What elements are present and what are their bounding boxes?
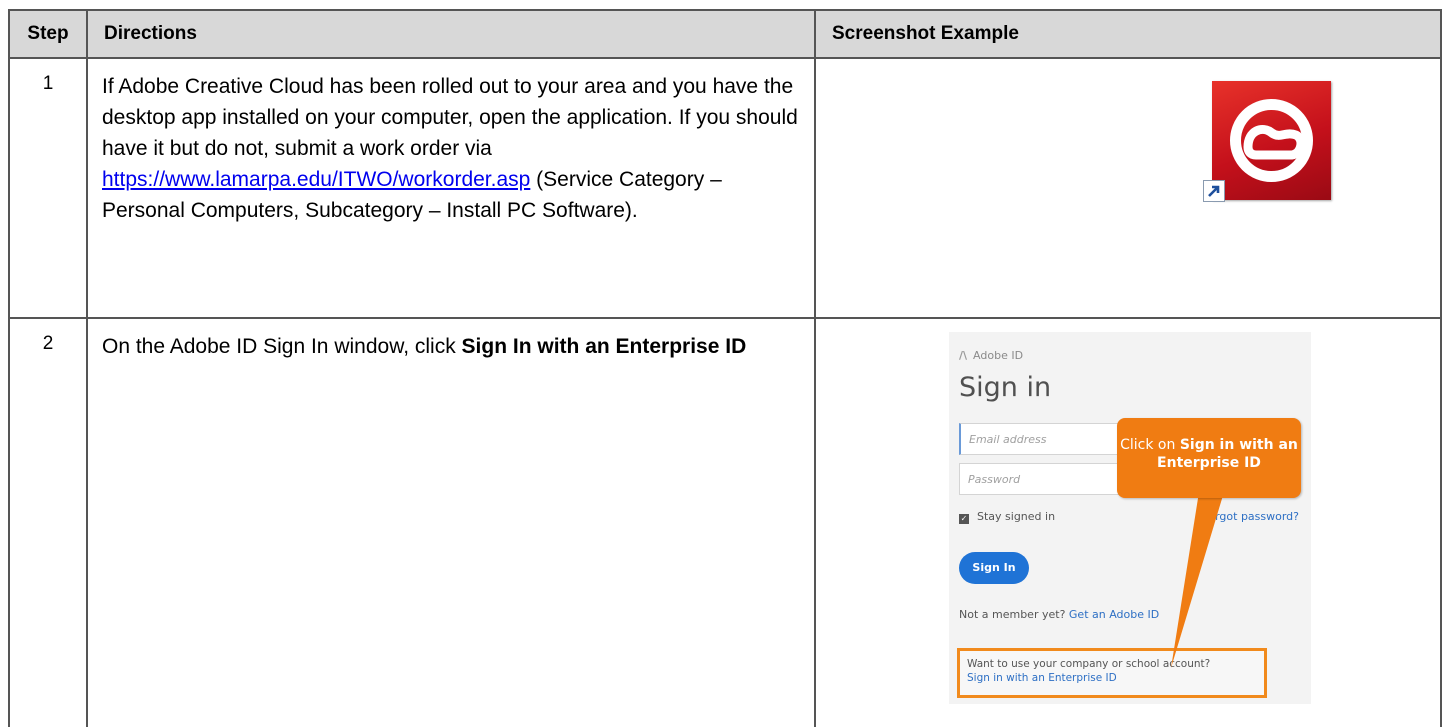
screenshot-cell	[814, 57, 1442, 319]
table-row: 1 If Adobe Creative Cloud has been rolle…	[8, 57, 1442, 319]
step-directions: If Adobe Creative Cloud has been rolled …	[86, 57, 816, 319]
step-number: 1	[8, 57, 88, 319]
step-directions: On the Adobe ID Sign In window, click Si…	[86, 317, 816, 727]
header-screenshot: Screenshot Example	[814, 9, 1442, 59]
table-row: 2 On the Adobe ID Sign In window, click …	[8, 317, 1442, 727]
shortcut-arrow-icon	[1203, 180, 1225, 202]
directions-bold: Sign In with an Enterprise ID	[461, 335, 747, 358]
step-number: 2	[8, 317, 88, 727]
header-row: Step Directions Screenshot Example	[8, 9, 1442, 59]
workorder-link[interactable]: https://www.lamarpa.edu/ITWO/workorder.a…	[102, 168, 530, 191]
header-step: Step	[8, 9, 88, 59]
instruction-callout: Click on Sign in with an Enterprise ID	[1117, 418, 1301, 498]
instructions-table: Step Directions Screenshot Example 1 If …	[8, 9, 1442, 727]
directions-text: On the Adobe ID Sign In window, click	[102, 335, 456, 358]
callout-pointer	[1171, 492, 1224, 668]
directions-text: If Adobe Creative Cloud has been rolled …	[102, 75, 798, 160]
adobe-signin-screenshot: /\ Adobe ID Sign in Email address Passwor…	[949, 332, 1311, 704]
header-directions: Directions	[86, 9, 816, 59]
screenshot-cell: /\ Adobe ID Sign in Email address Passwor…	[814, 317, 1442, 727]
creative-cloud-icon	[1212, 81, 1331, 200]
